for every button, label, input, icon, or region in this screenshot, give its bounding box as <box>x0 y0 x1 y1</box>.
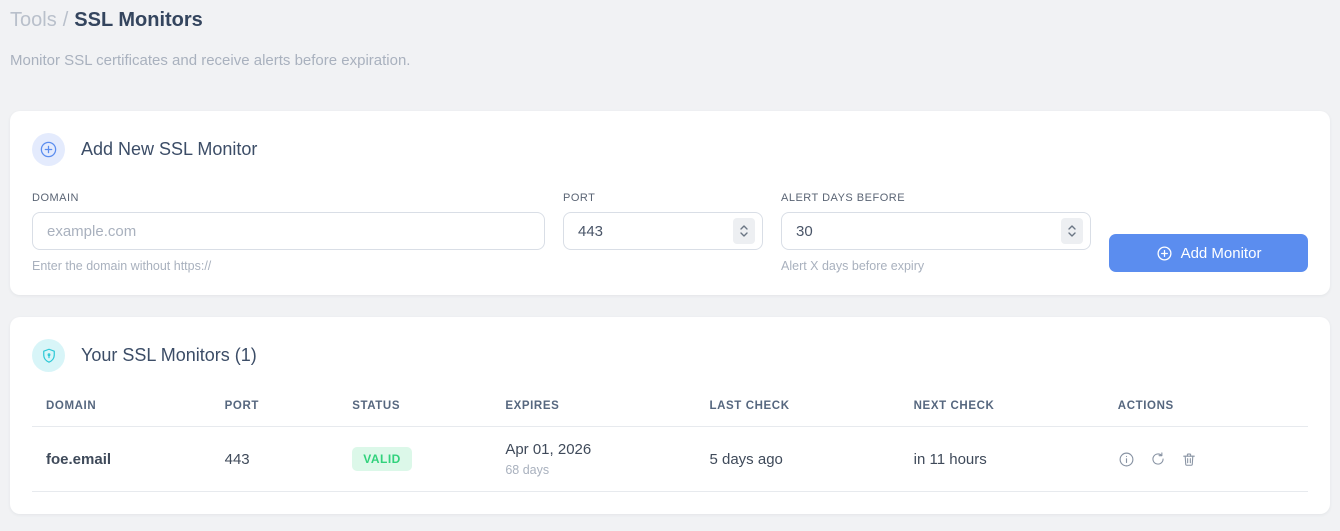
port-stepper[interactable] <box>733 218 755 244</box>
add-monitor-form: DOMAIN Enter the domain without https://… <box>32 192 1308 273</box>
monitor-next-check: in 11 hours <box>899 426 1104 492</box>
domain-input[interactable] <box>32 212 545 250</box>
add-monitor-header: Add New SSL Monitor <box>32 133 1308 166</box>
monitor-port: 443 <box>210 426 339 492</box>
port-field-group: PORT <box>563 192 763 250</box>
plus-circle-icon <box>32 133 65 166</box>
plus-circle-icon <box>1156 245 1173 262</box>
page-title: SSL Monitors <box>74 9 203 31</box>
row-actions <box>1118 451 1294 468</box>
header-expires: EXPIRES <box>491 388 696 427</box>
page-subtitle: Monitor SSL certificates and receive ale… <box>10 52 411 69</box>
ssl-monitors-page: Tools / SSL Monitors Monitor SSL certifica… <box>0 0 1340 514</box>
monitors-table: DOMAIN PORT STATUS EXPIRES LAST CHECK NE… <box>32 388 1308 492</box>
table-header-row: DOMAIN PORT STATUS EXPIRES LAST CHECK NE… <box>32 388 1308 427</box>
info-icon[interactable] <box>1118 451 1135 468</box>
alert-days-field-group: ALERT DAYS BEFORE Alert X days before ex… <box>781 192 1091 273</box>
header-status: STATUS <box>338 388 492 427</box>
alert-days-input[interactable] <box>781 212 1091 250</box>
breadcrumb-parent[interactable]: Tools <box>10 9 57 31</box>
add-monitor-button-label: Add Monitor <box>1180 244 1262 262</box>
monitor-expires: Apr 01, 2026 68 days <box>491 426 696 492</box>
alert-days-stepper[interactable] <box>1061 218 1083 244</box>
add-monitor-card: Add New SSL Monitor DOMAIN Enter the dom… <box>10 111 1330 295</box>
domain-help-text: Enter the domain without https:// <box>32 259 212 273</box>
breadcrumb: Tools / SSL Monitors <box>10 6 1330 34</box>
monitors-list-card: Your SSL Monitors (1) DOMAIN PORT STATUS… <box>10 317 1330 514</box>
header-next-check: NEXT CHECK <box>899 388 1104 427</box>
monitor-last-check: 5 days ago <box>695 426 900 492</box>
breadcrumb-separator: / <box>62 9 69 31</box>
alert-days-label: ALERT DAYS BEFORE <box>781 192 906 204</box>
trash-icon[interactable] <box>1181 451 1197 468</box>
domain-label: DOMAIN <box>32 192 79 204</box>
monitor-domain: foe.email <box>32 426 211 492</box>
table-row: foe.email 443 VALID Apr 01, 2026 68 days… <box>32 426 1308 492</box>
expires-days-remaining: 68 days <box>505 463 550 477</box>
monitors-list-title: Your SSL Monitors (1) <box>81 345 257 365</box>
refresh-icon[interactable] <box>1150 451 1166 467</box>
monitors-list-header: Your SSL Monitors (1) <box>32 339 1308 372</box>
header-port: PORT <box>210 388 339 427</box>
header-last-check: LAST CHECK <box>695 388 900 427</box>
add-monitor-button[interactable]: Add Monitor <box>1109 234 1308 272</box>
expires-date: Apr 01, 2026 <box>505 441 592 458</box>
alert-days-help-text: Alert X days before expiry <box>781 259 925 273</box>
status-badge: VALID <box>352 447 412 471</box>
header-domain: DOMAIN <box>32 388 211 427</box>
port-label: PORT <box>563 192 596 204</box>
add-monitor-title: Add New SSL Monitor <box>81 139 258 159</box>
domain-field-group: DOMAIN Enter the domain without https:// <box>32 192 545 273</box>
header-actions: ACTIONS <box>1103 388 1308 427</box>
shield-icon <box>32 339 65 372</box>
